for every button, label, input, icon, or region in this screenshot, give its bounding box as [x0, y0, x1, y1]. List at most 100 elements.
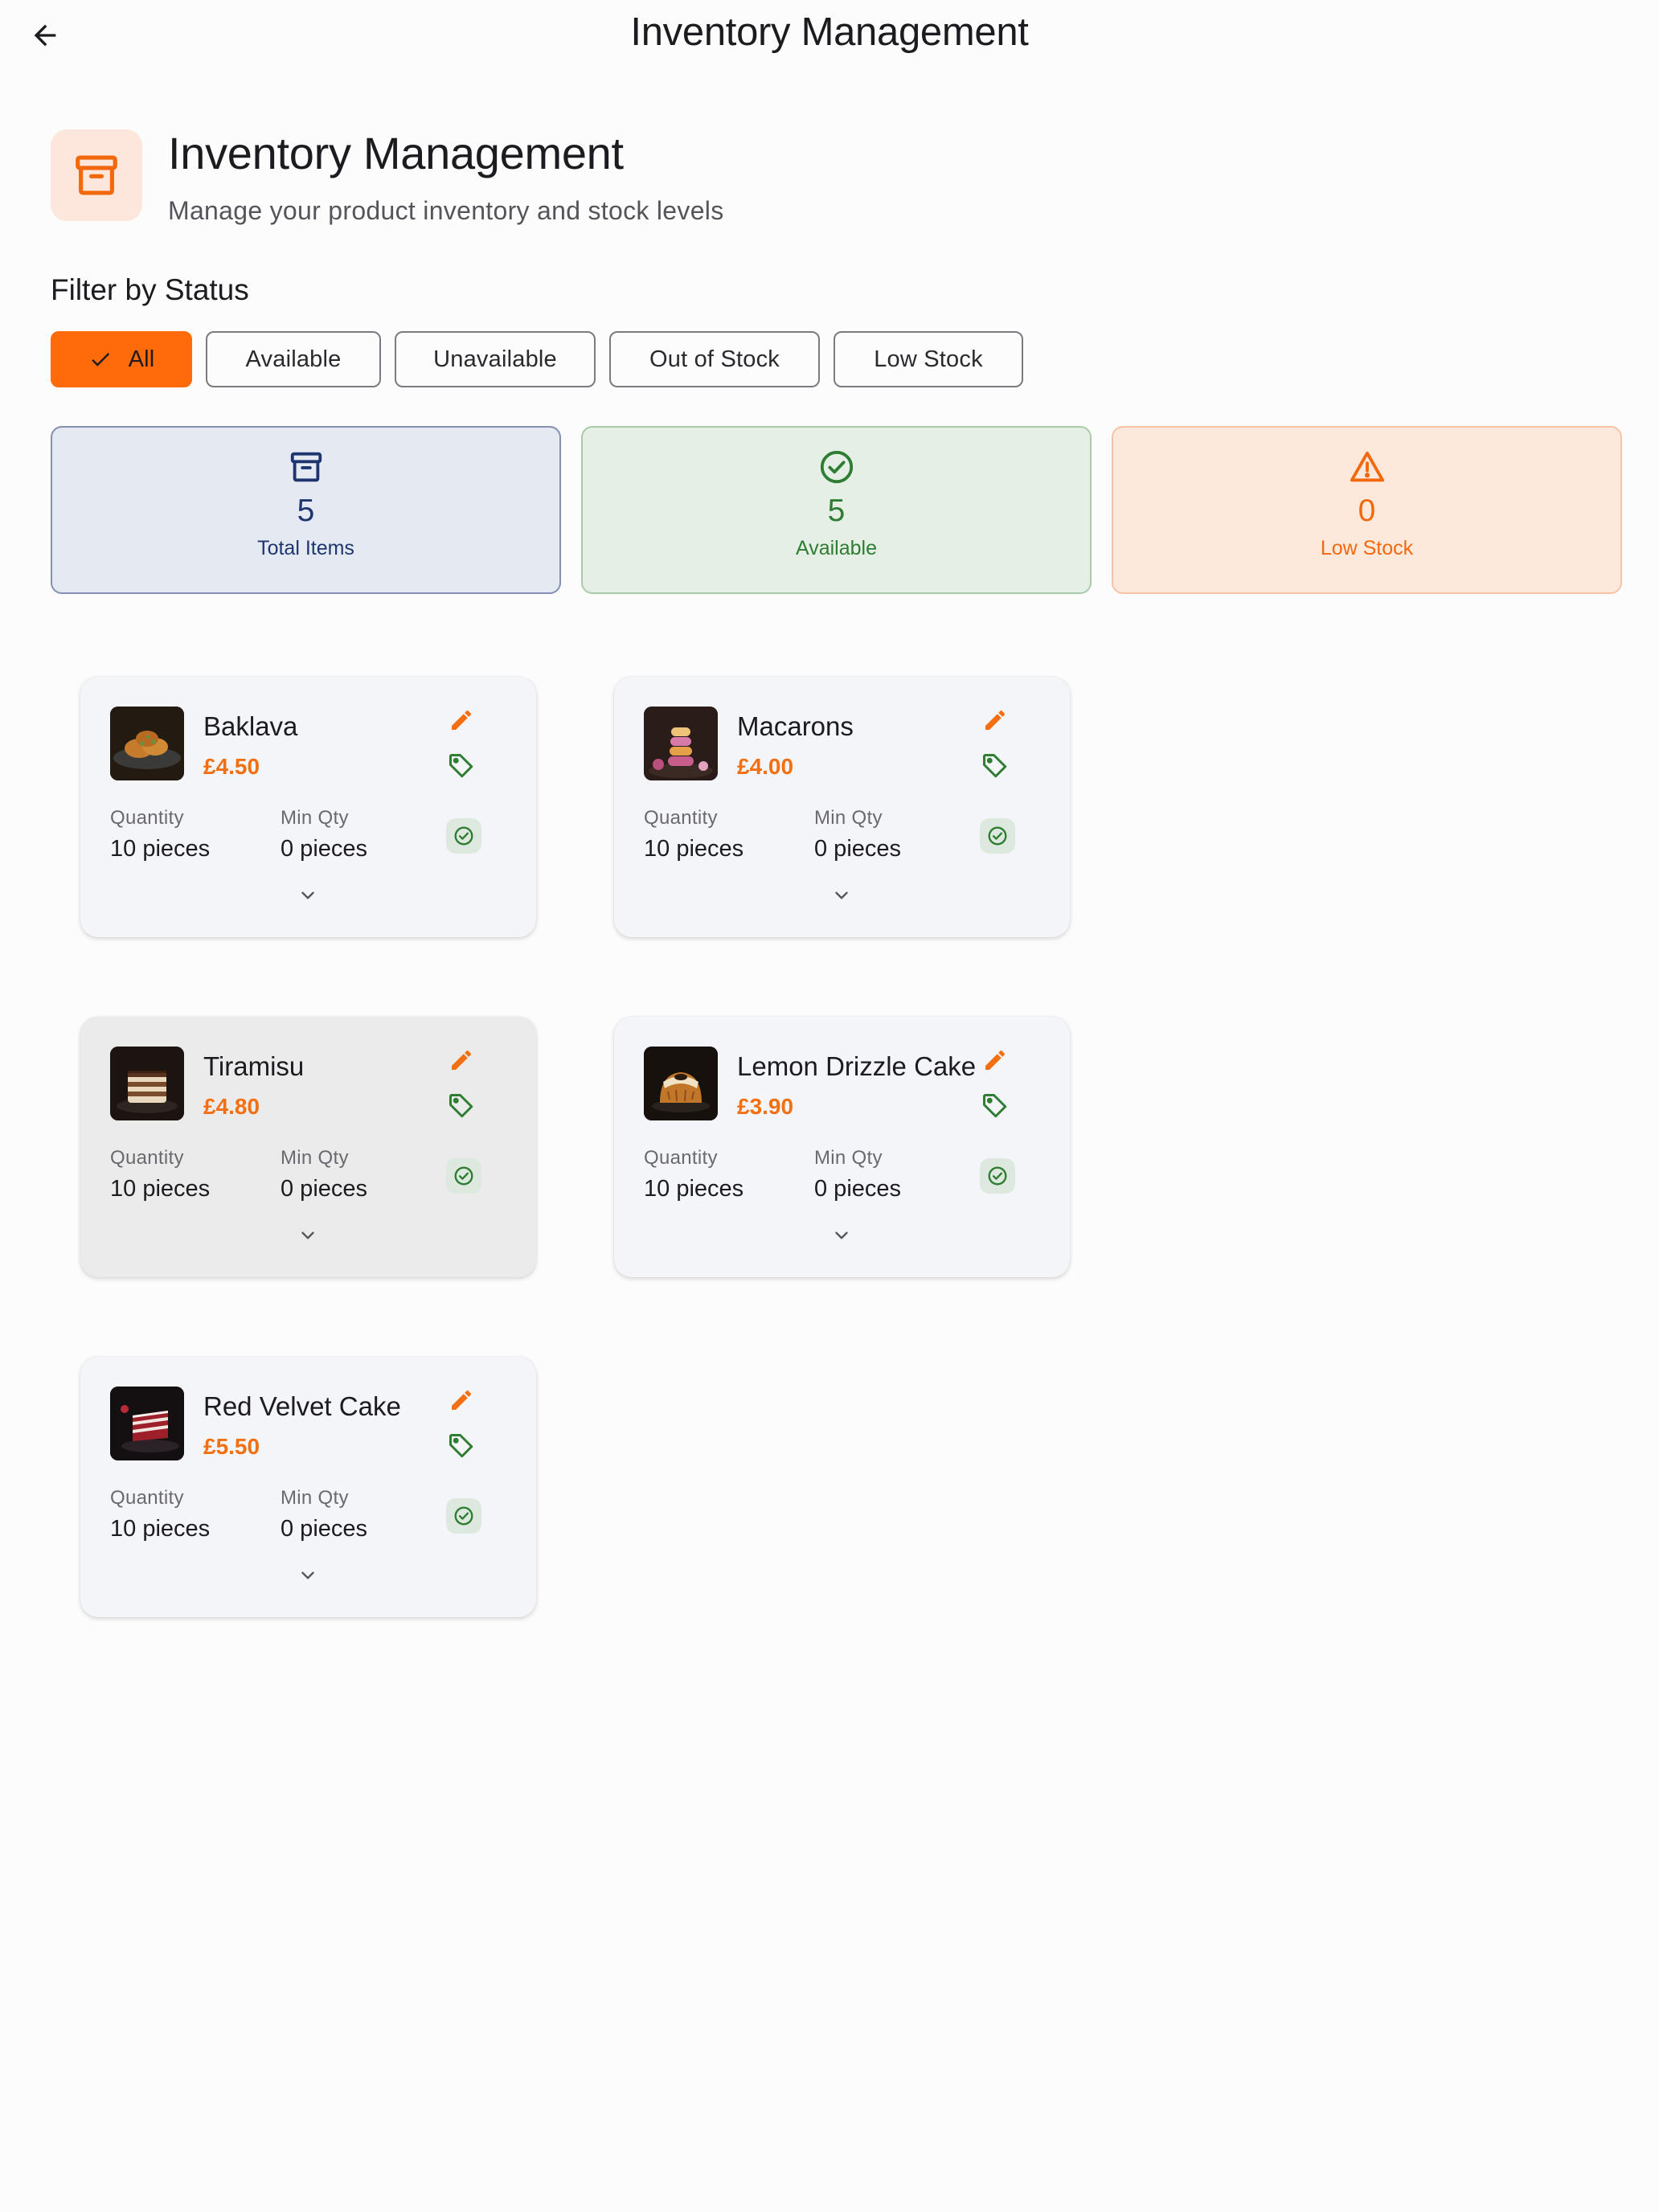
pencil-icon [985, 1050, 1006, 1070]
tag-icon [449, 754, 473, 778]
expand-button[interactable] [292, 879, 324, 911]
tag-icon [983, 1094, 1007, 1118]
edit-button[interactable] [981, 706, 1010, 735]
product-price: £4.80 [203, 1094, 260, 1119]
chevron-down-icon [301, 891, 314, 899]
product-name: Macarons [737, 711, 854, 741]
tag-icon [983, 754, 1007, 778]
min-qty-label: Min Qty [814, 807, 883, 829]
check-icon [91, 352, 109, 367]
status-indicator [446, 1158, 481, 1194]
check-circle-icon [454, 1506, 473, 1526]
expand-button[interactable] [292, 1219, 324, 1251]
quantity-value: 10 pieces [110, 836, 211, 862]
product-card-red-velvet-cake[interactable]: Red Velvet Cake £5.50 Quantity Min Qty 1… [80, 1357, 536, 1617]
tag-button[interactable] [445, 750, 477, 782]
product-price: £4.00 [737, 754, 794, 779]
product-card-baklava[interactable]: Baklava £4.50 Quantity Min Qty 10 pieces… [80, 677, 536, 937]
quantity-label: Quantity [644, 807, 718, 829]
tag-icon [449, 1434, 473, 1458]
inventory-header-icon [51, 129, 142, 221]
product-price: £3.90 [737, 1094, 794, 1119]
check-circle-icon [820, 450, 853, 484]
filter-chips: All Available Unavailable Out of Stock L… [51, 331, 1023, 387]
status-indicator [980, 1158, 1015, 1194]
stat-low-stock: 0 Low Stock [1112, 426, 1622, 594]
product-name: Red Velvet Cake [203, 1391, 401, 1421]
product-card-macarons[interactable]: Macarons £4.00 Quantity Min Qty 10 piece… [614, 677, 1070, 937]
quantity-label: Quantity [110, 1487, 184, 1509]
quantity-value: 10 pieces [644, 1176, 744, 1202]
edit-button[interactable] [447, 706, 476, 735]
tag-button[interactable] [979, 1090, 1011, 1122]
edit-button[interactable] [447, 1386, 476, 1415]
product-card-tiramisu[interactable]: Tiramisu £4.80 Quantity Min Qty 10 piece… [80, 1017, 536, 1277]
stat-label: Low Stock [1320, 537, 1414, 559]
check-circle-icon [454, 1166, 473, 1186]
quantity-value: 10 pieces [110, 1176, 211, 1202]
min-qty-label: Min Qty [281, 1147, 349, 1169]
page-title: Inventory Management [168, 128, 624, 178]
expand-button[interactable] [825, 1219, 858, 1251]
stat-value: 5 [297, 494, 315, 528]
archive-icon [76, 155, 117, 195]
product-price: £4.50 [203, 754, 260, 779]
filter-chip-label: All [128, 346, 155, 372]
check-circle-icon [988, 826, 1007, 846]
check-circle-icon [454, 826, 473, 846]
expand-button[interactable] [825, 879, 858, 911]
chevron-down-icon [301, 1571, 314, 1579]
product-image [110, 1047, 184, 1120]
edit-button[interactable] [981, 1046, 1010, 1075]
filter-chip-out-of-stock[interactable]: Out of Stock [609, 331, 820, 387]
edit-button[interactable] [447, 1046, 476, 1075]
product-image [644, 1047, 718, 1120]
check-circle-icon [988, 1166, 1007, 1186]
chevron-down-icon [835, 891, 848, 899]
tag-icon [449, 1094, 473, 1118]
min-qty-label: Min Qty [814, 1147, 883, 1169]
pencil-icon [985, 710, 1006, 730]
min-qty-value: 0 pieces [281, 1176, 368, 1202]
quantity-value: 10 pieces [644, 836, 744, 862]
status-indicator [446, 1498, 481, 1534]
filter-chip-label: Out of Stock [649, 346, 780, 372]
tag-button[interactable] [445, 1090, 477, 1122]
page-subtitle: Manage your product inventory and stock … [168, 196, 724, 225]
product-price: £5.50 [203, 1434, 260, 1459]
min-qty-label: Min Qty [281, 1487, 349, 1509]
stat-label: Available [795, 537, 877, 559]
quantity-label: Quantity [644, 1147, 718, 1169]
app-bar: Inventory Management [0, 0, 1659, 72]
chevron-down-icon [301, 1231, 314, 1239]
min-qty-value: 0 pieces [814, 1176, 902, 1202]
stats-row: 5 Total Items 5 Available 0 Low Stock [51, 426, 1622, 594]
filter-chip-unavailable[interactable]: Unavailable [395, 331, 596, 387]
min-qty-value: 0 pieces [281, 1516, 368, 1542]
tag-button[interactable] [445, 1430, 477, 1462]
status-indicator [980, 818, 1015, 854]
expand-button[interactable] [292, 1559, 324, 1591]
tag-button[interactable] [979, 750, 1011, 782]
filter-chip-all[interactable]: All [51, 331, 192, 387]
pencil-icon [452, 1050, 472, 1070]
quantity-value: 10 pieces [110, 1516, 211, 1542]
stat-total-items: 5 Total Items [51, 426, 561, 594]
filter-chip-available[interactable]: Available [206, 331, 381, 387]
stat-value: 5 [827, 494, 846, 528]
warning-icon [1350, 451, 1384, 482]
product-card-lemon-drizzle-cake[interactable]: Lemon Drizzle Cake £3.90 Quantity Min Qt… [614, 1017, 1070, 1277]
filter-chip-label: Available [245, 346, 342, 372]
filter-chip-low-stock[interactable]: Low Stock [834, 331, 1023, 387]
product-name: Tiramisu [203, 1051, 305, 1081]
min-qty-value: 0 pieces [281, 836, 368, 862]
product-name: Lemon Drizzle Cake [737, 1051, 977, 1081]
product-image [644, 707, 718, 780]
stat-available: 5 Available [581, 426, 1092, 594]
pencil-icon [452, 1390, 472, 1410]
min-qty-label: Min Qty [281, 807, 349, 829]
status-indicator [446, 818, 481, 854]
filter-chip-label: Low Stock [874, 346, 983, 372]
product-name: Baklava [203, 711, 298, 741]
quantity-label: Quantity [110, 807, 184, 829]
